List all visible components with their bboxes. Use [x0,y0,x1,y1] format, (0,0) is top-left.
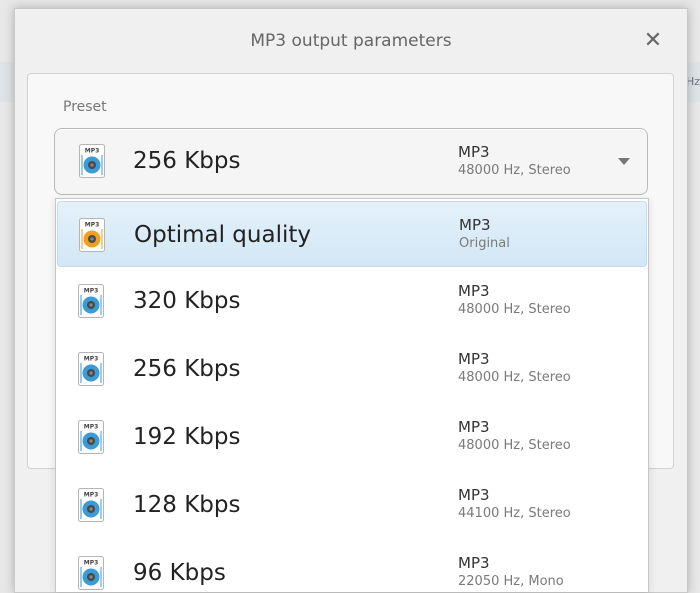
option-format: MP3 [459,216,491,234]
option-meta: MP3 Original [459,216,510,253]
svg-text:MP3: MP3 [84,560,99,567]
option-details: 48000 Hz, Stereo [458,438,571,453]
option-format: MP3 [458,418,490,436]
option-name: 256 Kbps [133,356,241,382]
svg-text:MP3: MP3 [84,424,99,431]
option-meta: MP3 44100 Hz, Stereo [458,486,571,523]
option-name: 192 Kbps [133,424,241,450]
option-details: Original [459,236,510,251]
mp3-file-icon: MP3 [79,144,105,178]
dialog-title: MP3 output parameters [250,31,452,51]
option-meta: MP3 22050 Hz, Mono [458,554,564,591]
mp3-file-icon: MP3 [78,556,104,590]
selected-preset-details: 48000 Hz, Stereo [458,163,571,178]
option-meta: MP3 48000 Hz, Stereo [458,282,571,319]
preset-dropdown-list: MP3 Optimal quality MP3 Original MP3 320… [55,198,649,592]
option-format: MP3 [458,554,490,572]
option-details: 44100 Hz, Stereo [458,506,571,521]
option-format: MP3 [458,282,490,300]
option-meta: MP3 48000 Hz, Stereo [458,350,571,387]
close-icon[interactable]: ✕ [642,30,664,52]
svg-text:MP3: MP3 [84,492,99,499]
mp3-file-icon: MP3 [78,420,104,454]
background-hz-fragment: Hz [686,75,700,88]
chevron-down-icon[interactable] [618,158,630,165]
preset-label: Preset [63,99,107,115]
svg-text:MP3: MP3 [84,356,99,363]
option-name: 128 Kbps [133,492,241,518]
option-details: 48000 Hz, Stereo [458,370,571,385]
option-details: 48000 Hz, Stereo [458,302,571,317]
svg-text:MP3: MP3 [85,222,100,229]
option-details: 22050 Hz, Mono [458,574,564,589]
option-meta: MP3 48000 Hz, Stereo [458,418,571,455]
option-format: MP3 [458,350,490,368]
preset-select[interactable]: MP3 256 Kbps MP3 48000 Hz, Stereo [54,128,648,195]
preset-option-256-kbps[interactable]: MP3 256 Kbps MP3 48000 Hz, Stereo [56,335,648,403]
mp3-file-icon: MP3 [78,284,104,318]
option-name: 96 Kbps [133,560,226,586]
svg-text:MP3: MP3 [85,148,100,155]
mp3-file-orange-icon: MP3 [79,218,105,252]
selected-preset-meta: MP3 48000 Hz, Stereo [458,143,571,180]
preset-option-96-kbps[interactable]: MP3 96 Kbps MP3 22050 Hz, Mono [56,539,648,592]
option-name: Optimal quality [134,222,311,248]
preset-option-128-kbps[interactable]: MP3 128 Kbps MP3 44100 Hz, Stereo [56,471,648,539]
option-format: MP3 [458,486,490,504]
mp3-file-icon: MP3 [78,488,104,522]
mp3-file-icon: MP3 [78,352,104,386]
selected-preset-format: MP3 [458,143,490,161]
preset-option-optimal-quality[interactable]: MP3 Optimal quality MP3 Original [57,201,647,267]
svg-text:MP3: MP3 [84,288,99,295]
selected-preset-name: 256 Kbps [133,148,241,174]
preset-option-192-kbps[interactable]: MP3 192 Kbps MP3 48000 Hz, Stereo [56,403,648,471]
option-name: 320 Kbps [133,288,241,314]
preset-option-320-kbps[interactable]: MP3 320 Kbps MP3 48000 Hz, Stereo [56,267,648,335]
